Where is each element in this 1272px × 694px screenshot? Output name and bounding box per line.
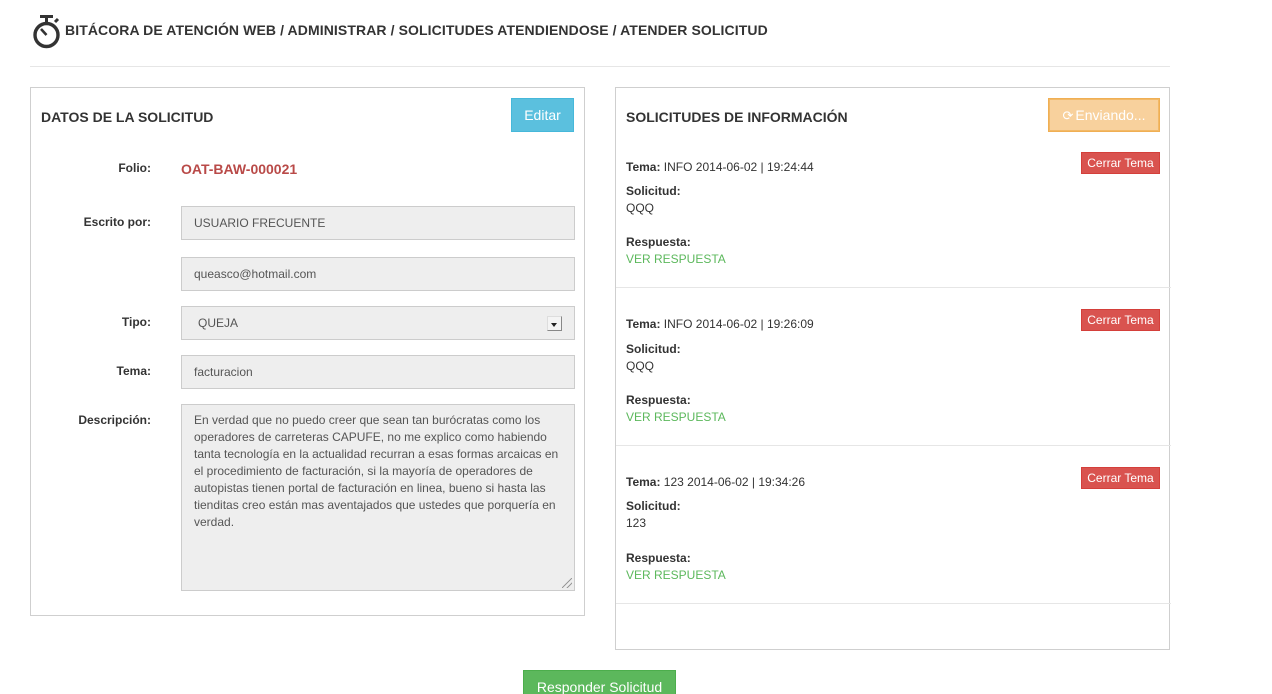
topic-field[interactable]: facturacion [181, 355, 575, 389]
sending-label: Enviando... [1075, 107, 1146, 123]
close-topic-button[interactable]: Cerrar Tema [1081, 309, 1160, 331]
sending-button[interactable]: ⟳ Enviando... [1048, 98, 1160, 132]
description-text: En verdad que no puedo creer que sean ta… [194, 413, 559, 529]
item-topic: Tema: INFO 2014-06-02 | 19:24:44 [626, 160, 814, 174]
stopwatch-icon [33, 15, 60, 49]
view-response-link[interactable]: VER RESPUESTA [626, 252, 726, 266]
item-request-value: QQQ [626, 201, 655, 215]
written-by-label: Escrito por: [83, 215, 151, 229]
item-topic-value: 123 2014-06-02 | 19:34:26 [663, 475, 806, 489]
folio-value: OAT-BAW-000021 [181, 161, 298, 177]
item-topic-label: Tema: [626, 160, 661, 174]
close-topic-button[interactable]: Cerrar Tema [1081, 152, 1160, 174]
type-select-value: QUEJA [198, 316, 239, 330]
edit-button[interactable]: Editar [511, 98, 574, 132]
item-request-value: QQQ [626, 359, 655, 373]
item-response-label: Respuesta: [626, 235, 691, 249]
item-topic-label: Tema: [626, 475, 661, 489]
list-item: Tema: 123 2014-06-02 | 19:34:26 Cerrar T… [616, 446, 1171, 604]
type-select[interactable]: QUEJA [181, 306, 575, 340]
item-topic: Tema: 123 2014-06-02 | 19:34:26 [626, 475, 805, 489]
view-response-link[interactable]: VER RESPUESTA [626, 568, 726, 582]
item-request-label: Solicitud: [626, 342, 681, 356]
list-item: Tema: INFO 2014-06-02 | 19:24:44 Cerrar … [616, 150, 1171, 288]
item-request-value: 123 [626, 516, 647, 530]
item-topic: Tema: INFO 2014-06-02 | 19:26:09 [626, 317, 814, 331]
email-field[interactable]: queasco@hotmail.com [181, 257, 575, 291]
item-topic-value: INFO 2014-06-02 | 19:24:44 [663, 160, 814, 174]
item-request-label: Solicitud: [626, 499, 681, 513]
refresh-icon: ⟳ [1062, 108, 1074, 123]
item-topic-label: Tema: [626, 317, 661, 331]
folio-label: Folio: [118, 161, 151, 175]
item-response-label: Respuesta: [626, 393, 691, 407]
item-request-label: Solicitud: [626, 184, 681, 198]
dropdown-arrow-icon[interactable] [547, 316, 562, 331]
page-header: BITÁCORA DE ATENCIÓN WEB / ADMINISTRAR /… [30, 14, 1170, 67]
resize-grip-icon[interactable] [562, 578, 572, 588]
request-details-panel: DATOS DE LA SOLICITUD Editar Folio: OAT-… [30, 87, 585, 616]
page-title: BITÁCORA DE ATENCIÓN WEB / ADMINISTRAR /… [65, 22, 768, 38]
description-label: Descripción: [78, 413, 151, 427]
request-details-title: DATOS DE LA SOLICITUD [41, 109, 214, 125]
topic-label: Tema: [116, 364, 151, 378]
respond-request-button[interactable]: Responder Solicitud [523, 670, 676, 694]
item-topic-value: INFO 2014-06-02 | 19:26:09 [663, 317, 814, 331]
info-requests-title: SOLICITUDES DE INFORMACIÓN [626, 109, 848, 125]
type-label: Tipo: [121, 315, 151, 329]
description-textarea[interactable]: En verdad que no puedo creer que sean ta… [181, 404, 575, 591]
view-response-link[interactable]: VER RESPUESTA [626, 410, 726, 424]
close-topic-button[interactable]: Cerrar Tema [1081, 467, 1160, 489]
item-response-label: Respuesta: [626, 551, 691, 565]
written-by-field[interactable]: USUARIO FRECUENTE [181, 206, 575, 240]
list-item: Tema: INFO 2014-06-02 | 19:26:09 Cerrar … [616, 288, 1171, 446]
info-requests-panel: SOLICITUDES DE INFORMACIÓN ⟳ Enviando... … [615, 87, 1171, 650]
